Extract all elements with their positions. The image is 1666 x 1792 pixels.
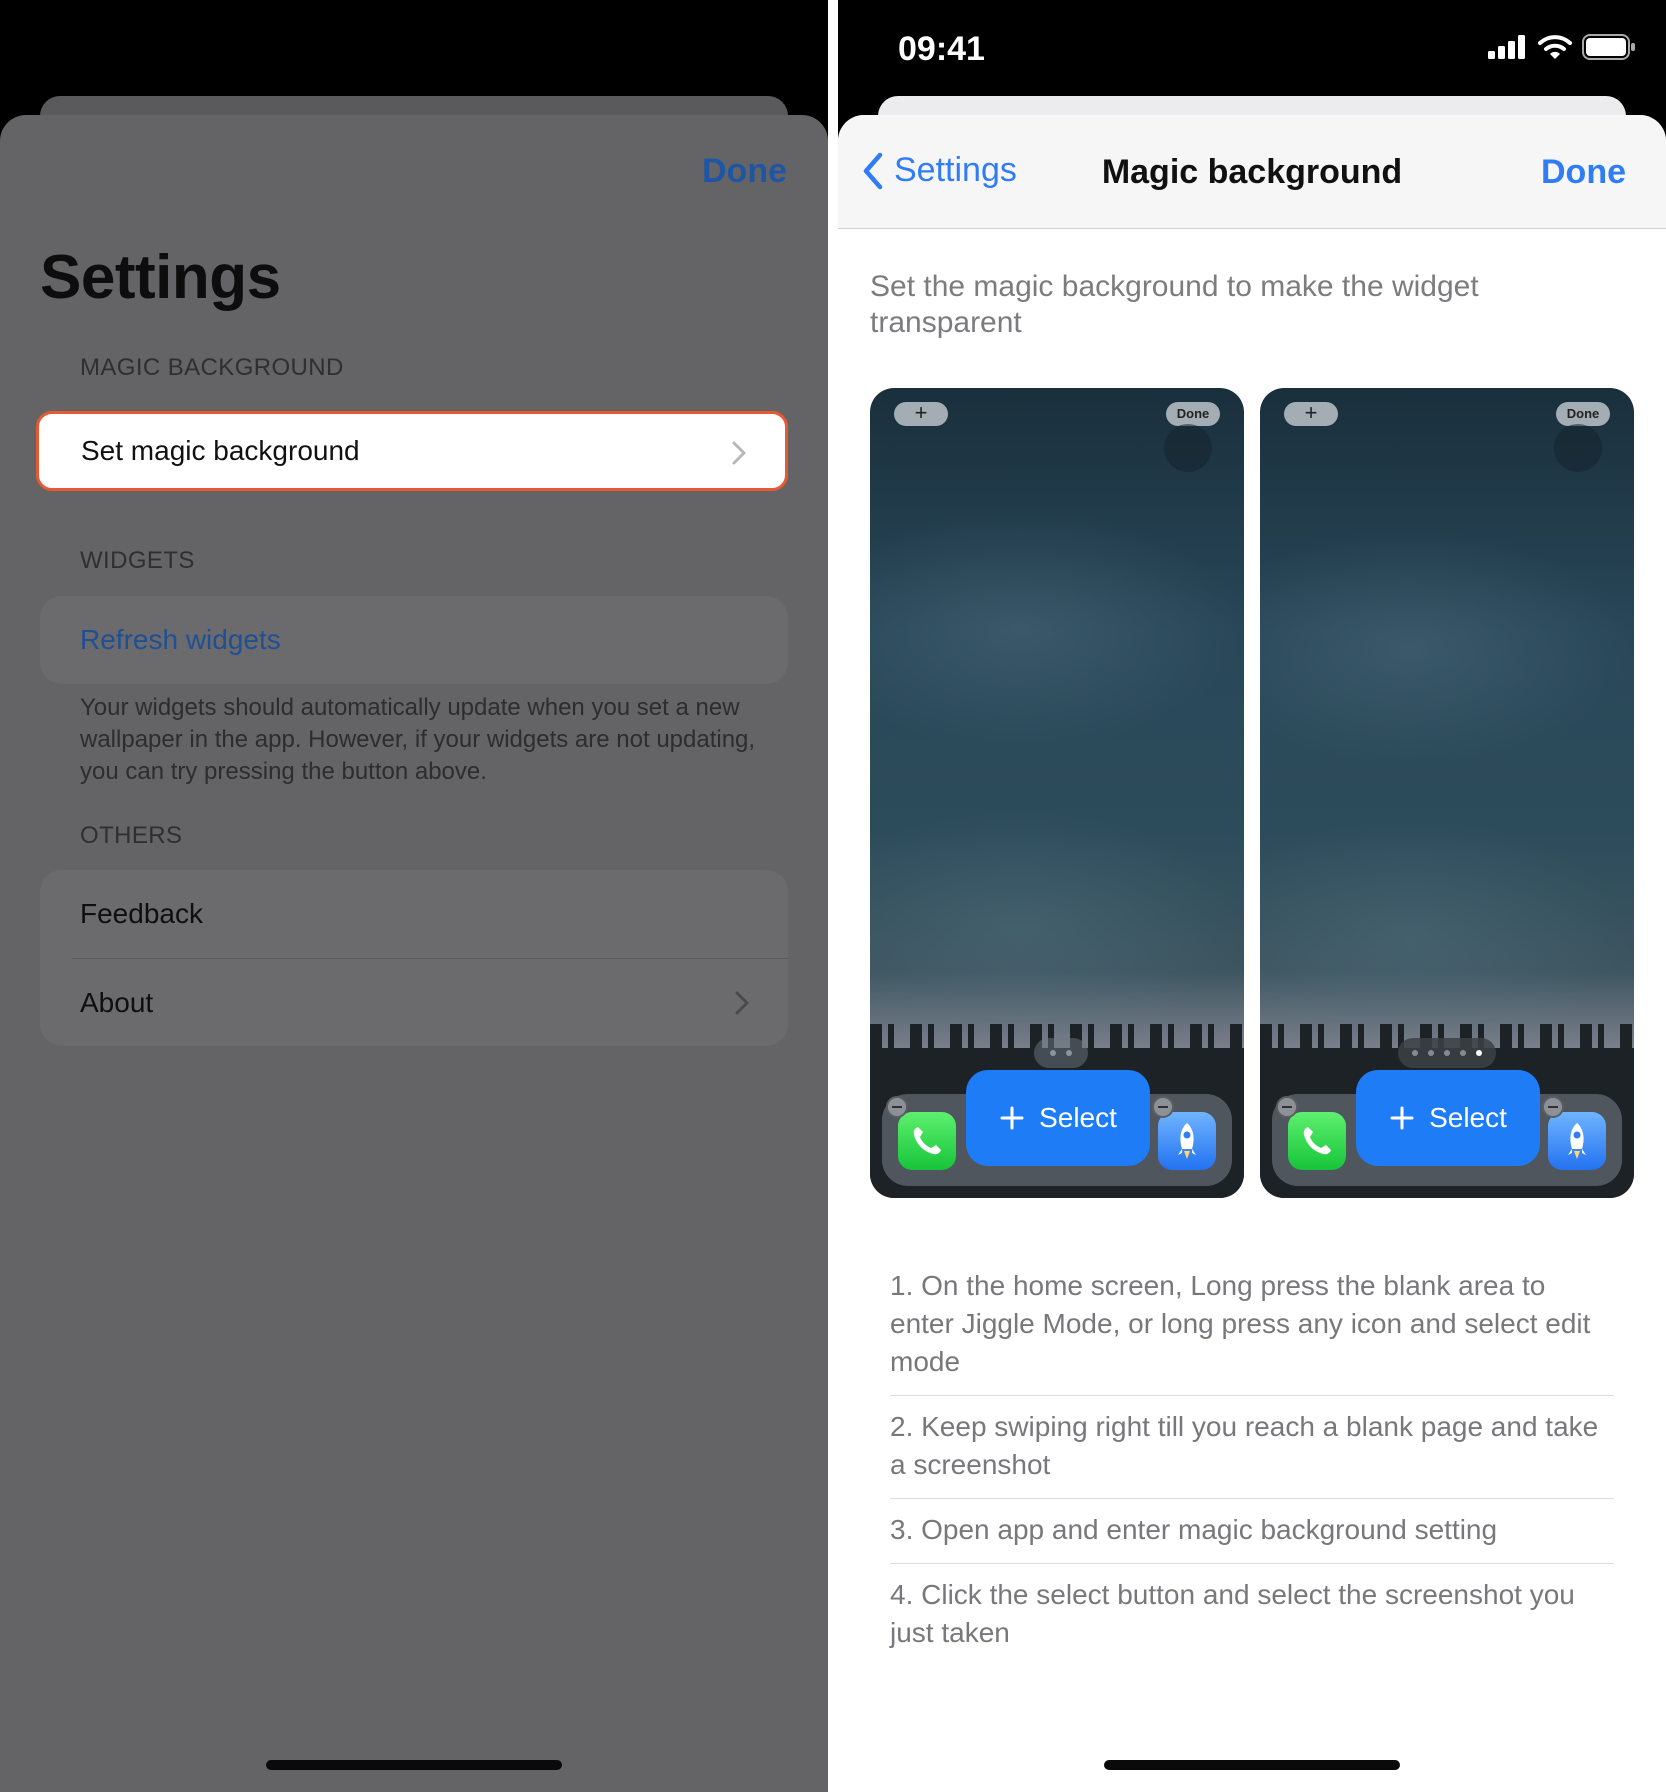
done-button[interactable]: Done xyxy=(702,152,787,191)
settings-screen: Done Settings MAGIC BACKGROUND Set magic… xyxy=(0,0,828,1792)
step-2: 2. Keep swiping right till you reach a b… xyxy=(890,1396,1614,1499)
select-button-label: Select xyxy=(1039,1102,1117,1133)
home-indicator[interactable] xyxy=(266,1760,562,1770)
remove-icon xyxy=(1152,1096,1174,1118)
preview-done-label: Done xyxy=(1556,402,1610,426)
feedback-label: Feedback xyxy=(80,898,203,929)
widgets-footnote: Your widgets should automatically update… xyxy=(80,694,756,785)
cloud-layer xyxy=(1260,528,1634,768)
step-4: 4. Click the select button and select th… xyxy=(890,1579,1575,1648)
plus-icon xyxy=(1000,1106,1024,1130)
page-dots xyxy=(1398,1038,1496,1068)
section-header-others: OTHERS xyxy=(80,822,183,849)
status-icons xyxy=(1488,34,1636,60)
page-dots xyxy=(1034,1038,1088,1068)
instruction-steps: 1. On the home screen, Long press the bl… xyxy=(890,1255,1614,1666)
cellular-signal-icon xyxy=(1488,35,1525,59)
cloud-layer xyxy=(870,808,1244,1048)
phone-app-icon xyxy=(898,1112,956,1170)
select-button-label: Select xyxy=(1429,1102,1507,1133)
section-header-widgets: WIDGETS xyxy=(80,547,195,574)
cloud-layer xyxy=(1260,818,1634,1058)
refresh-widgets-button[interactable]: Refresh widgets xyxy=(40,596,788,684)
magic-background-screen: 09:41 Settings Magic background Done Set… xyxy=(838,0,1666,1792)
status-time: 09:41 xyxy=(898,30,985,68)
others-group: Feedback About xyxy=(40,870,788,1046)
navigation-bar: Settings Magic background Done xyxy=(838,115,1666,229)
preview-image-2: + Done Select xyxy=(1260,388,1634,1198)
select-button[interactable]: Select xyxy=(1356,1070,1540,1166)
widgets-group: Refresh widgets xyxy=(40,596,788,684)
section-header-magic-background: MAGIC BACKGROUND xyxy=(80,354,344,381)
page-title: Settings xyxy=(40,243,281,312)
remove-icon xyxy=(886,1096,908,1118)
step-3: 3. Open app and enter magic background s… xyxy=(890,1499,1614,1564)
feedback-item[interactable]: Feedback xyxy=(40,870,788,958)
plus-icon xyxy=(1390,1106,1414,1130)
set-magic-background-label: Set magic background xyxy=(81,435,360,466)
cloud-layer xyxy=(870,508,1244,748)
add-widget-icon: + xyxy=(894,402,948,426)
about-item[interactable]: About xyxy=(72,958,788,1046)
home-indicator[interactable] xyxy=(1104,1760,1400,1770)
set-magic-background-item[interactable]: Set magic background xyxy=(36,411,788,491)
done-button[interactable]: Done xyxy=(1541,153,1626,192)
preview-circle xyxy=(1164,424,1212,472)
about-label: About xyxy=(80,986,154,1018)
preview-circle xyxy=(1554,424,1602,472)
magic-background-sheet: Settings Magic background Done Set the m… xyxy=(838,115,1666,1792)
chevron-right-icon xyxy=(732,441,746,465)
intro-text: Set the magic background to make the wid… xyxy=(870,270,1479,339)
rocket-app-icon xyxy=(1158,1112,1216,1170)
remove-icon xyxy=(1276,1096,1298,1118)
battery-icon xyxy=(1582,34,1635,60)
phone-app-icon xyxy=(1288,1112,1346,1170)
chevron-right-icon xyxy=(735,991,749,1015)
preview-image-1: + Done Select xyxy=(870,388,1244,1198)
preview-done-label: Done xyxy=(1166,402,1220,426)
select-button[interactable]: Select xyxy=(966,1070,1150,1166)
step-1: 1. On the home screen, Long press the bl… xyxy=(890,1255,1614,1396)
rocket-app-icon xyxy=(1548,1112,1606,1170)
wifi-icon xyxy=(1538,35,1572,59)
remove-icon xyxy=(1542,1096,1564,1118)
add-widget-icon: + xyxy=(1284,402,1338,426)
